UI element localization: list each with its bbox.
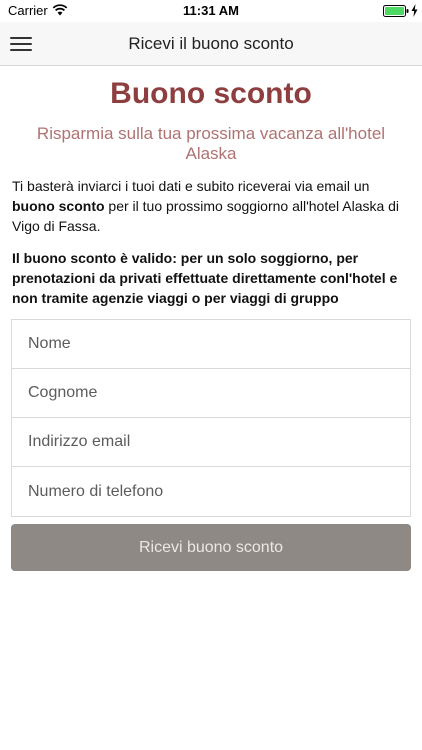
intro-text-bold: buono sconto <box>12 198 105 214</box>
navigation-bar: Ricevi il buono sconto <box>0 22 422 66</box>
charging-bolt-icon <box>411 4 418 17</box>
validity-notice: Il buono sconto è valido: per un solo so… <box>12 250 398 306</box>
cognome-input[interactable] <box>12 369 410 417</box>
page-subtitle: Risparmia sulla tua prossima vacanza all… <box>36 124 386 163</box>
status-bar: Carrier 11:31 AM <box>0 0 422 22</box>
email-field-row <box>12 418 410 467</box>
cognome-field-row <box>12 369 410 418</box>
telefono-input[interactable] <box>12 467 410 516</box>
submit-button[interactable]: Ricevi buono sconto <box>11 524 411 571</box>
nome-field-row <box>12 320 410 369</box>
email-input[interactable] <box>12 418 410 466</box>
battery-icon <box>383 5 409 17</box>
page-title: Buono sconto <box>110 77 312 110</box>
telefono-field-row <box>12 467 410 516</box>
nav-title: Ricevi il buono sconto <box>128 34 294 53</box>
intro-text: Ti basterà inviarci i tuoi dati e subito… <box>12 176 410 236</box>
nome-input[interactable] <box>12 320 410 368</box>
status-time: 11:31 AM <box>183 3 239 18</box>
coupon-form <box>11 319 411 517</box>
intro-text-start: Ti basterà inviarci i tuoi dati e subito… <box>12 178 370 194</box>
